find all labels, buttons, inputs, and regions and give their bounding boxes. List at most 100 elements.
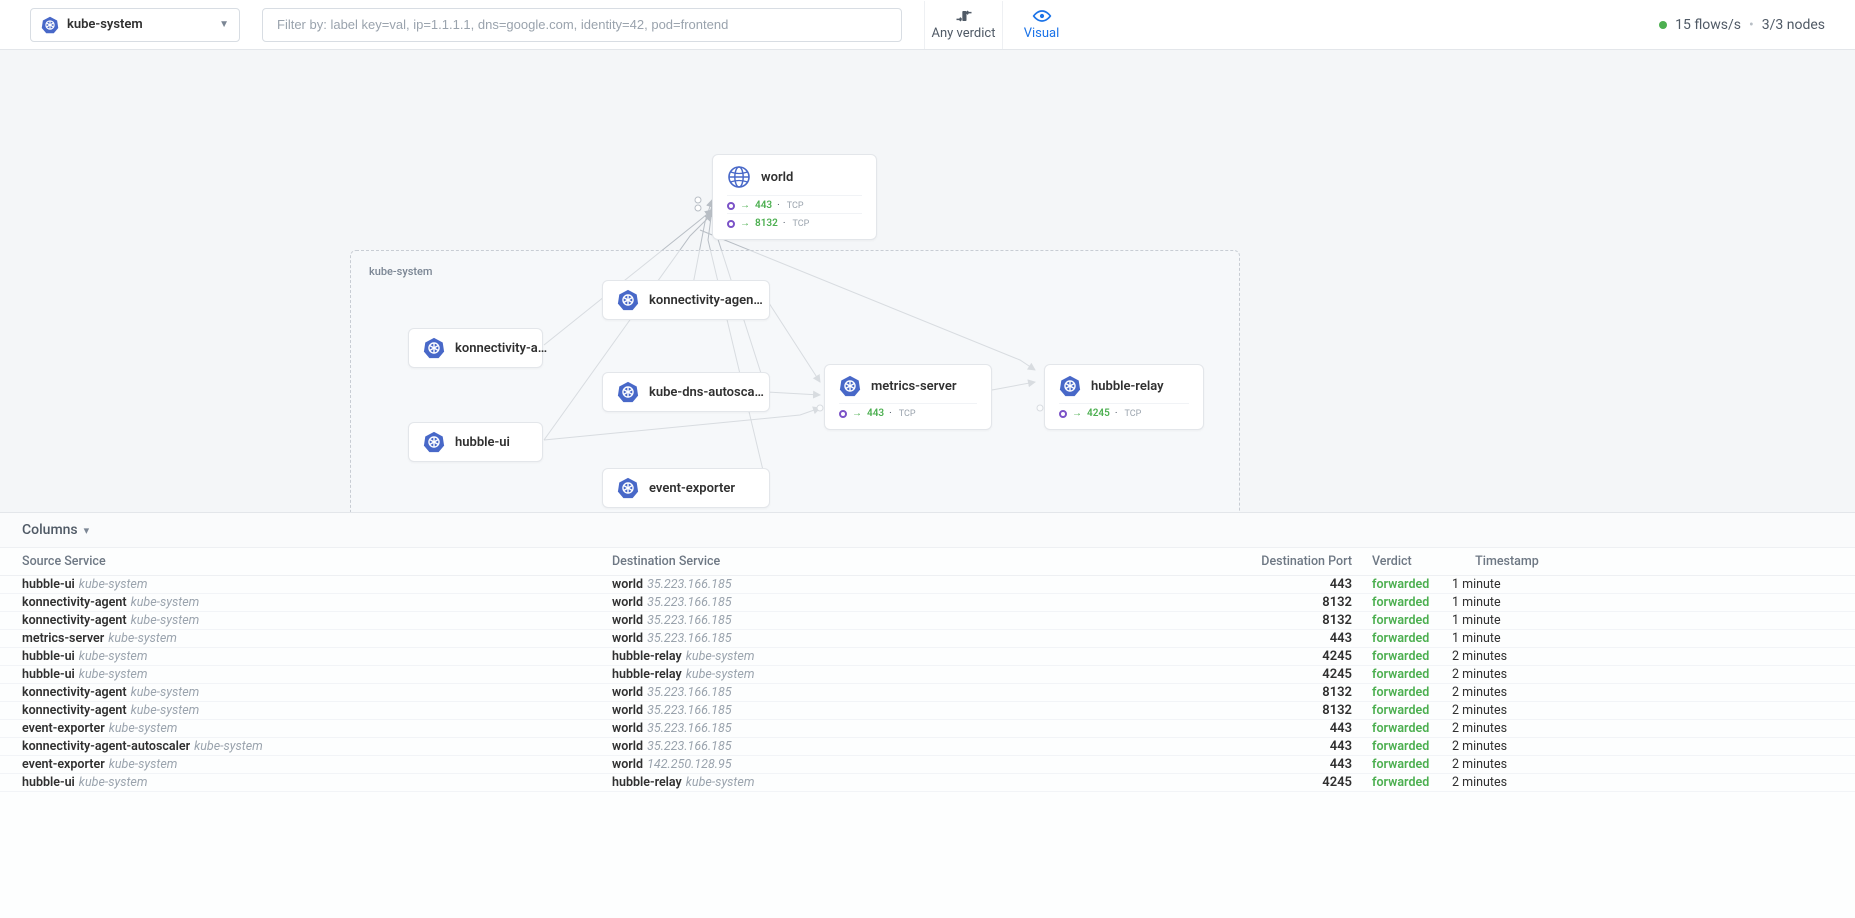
table-row[interactable]: hubble-uikube-systemhubble-relaykube-sys…: [0, 774, 1855, 792]
namespace-box-label: kube-system: [369, 265, 433, 278]
cell-port: 443: [1242, 721, 1372, 736]
cell-port: 8132: [1242, 613, 1372, 628]
table-row[interactable]: hubble-uikube-systemworld35.223.166.1854…: [0, 576, 1855, 594]
node-konnectivity-agent-autoscaler[interactable]: konnectivity-agent-autosc...: [602, 280, 770, 320]
cell-destination: hubble-relaykube-system: [612, 775, 1242, 790]
table-row[interactable]: konnectivity-agentkube-systemworld35.223…: [0, 702, 1855, 720]
node-hubble-relay[interactable]: hubble-relay → 4245 · TCP: [1044, 364, 1204, 430]
cell-port: 443: [1242, 757, 1372, 772]
cell-verdict: forwarded: [1372, 667, 1452, 682]
cell-destination: world35.223.166.185: [612, 739, 1242, 754]
chevron-down-icon: ▾: [84, 524, 90, 537]
cell-verdict: forwarded: [1372, 613, 1452, 628]
port-dot-icon: [839, 410, 847, 418]
node-title: konnectivity-agent: [455, 341, 550, 356]
node-metrics-server[interactable]: metrics-server → 443 · TCP: [824, 364, 992, 430]
col-source-header[interactable]: Source Service: [22, 554, 612, 569]
cell-source: hubble-uikube-system: [22, 667, 612, 682]
table-row[interactable]: konnectivity-agentkube-systemworld35.223…: [0, 594, 1855, 612]
namespace-label: kube-system: [67, 17, 211, 32]
cell-destination: world35.223.166.185: [612, 613, 1242, 628]
tab-visual[interactable]: Visual: [1002, 1, 1080, 49]
table-row[interactable]: hubble-uikube-systemhubble-relaykube-sys…: [0, 648, 1855, 666]
port-line: → 4245 · TCP: [1059, 403, 1189, 419]
cell-destination: world35.223.166.185: [612, 577, 1242, 592]
cell-destination: hubble-relaykube-system: [612, 649, 1242, 664]
node-title: world: [761, 170, 793, 185]
cell-timestamp: 2 minutes: [1452, 649, 1562, 664]
cell-timestamp: 1 minute: [1452, 577, 1562, 592]
node-hubble-ui[interactable]: hubble-ui: [408, 422, 543, 462]
kubernetes-icon: [41, 16, 59, 34]
col-dest-header[interactable]: Destination Service: [612, 554, 1242, 569]
cell-destination: world35.223.166.185: [612, 703, 1242, 718]
node-title: kube-dns-autoscaler: [649, 385, 767, 400]
cell-port: 443: [1242, 739, 1372, 754]
nodes-stat: 3/3 nodes: [1762, 17, 1825, 33]
node-kube-dns-autoscaler[interactable]: kube-dns-autoscaler: [602, 372, 770, 412]
service-map-canvas[interactable]: world → 443 · TCP → 8132 · TCP kube-syst…: [0, 50, 1855, 530]
tab-any-verdict-label: Any verdict: [932, 26, 996, 41]
table-row[interactable]: konnectivity-agentkube-systemworld35.223…: [0, 684, 1855, 702]
port-dot-icon: [727, 220, 735, 228]
table-row[interactable]: event-exporterkube-systemworld35.223.166…: [0, 720, 1855, 738]
col-port-header[interactable]: Destination Port: [1242, 554, 1372, 569]
cell-source: konnectivity-agentkube-system: [22, 685, 612, 700]
cell-port: 8132: [1242, 685, 1372, 700]
table-row[interactable]: hubble-uikube-systemhubble-relaykube-sys…: [0, 666, 1855, 684]
node-title: konnectivity-agent-autosc...: [649, 293, 767, 308]
col-verdict-header[interactable]: Verdict: [1372, 554, 1452, 569]
cell-verdict: forwarded: [1372, 721, 1452, 736]
table-body[interactable]: hubble-uikube-systemworld35.223.166.1854…: [0, 576, 1855, 918]
cell-source: event-exporterkube-system: [22, 757, 612, 772]
kubernetes-icon: [423, 337, 445, 359]
cell-destination: world35.223.166.185: [612, 631, 1242, 646]
cell-verdict: forwarded: [1372, 577, 1452, 592]
cell-destination: world142.250.128.95: [612, 757, 1242, 772]
cell-verdict: forwarded: [1372, 595, 1452, 610]
columns-toggle[interactable]: Columns ▾: [0, 513, 1855, 548]
cell-timestamp: 2 minutes: [1452, 739, 1562, 754]
status-area: 15 flows/s • 3/3 nodes: [1659, 17, 1825, 33]
cell-source: hubble-uikube-system: [22, 649, 612, 664]
cell-source: hubble-uikube-system: [22, 577, 612, 592]
flow-icon: [954, 8, 974, 24]
cell-destination: world35.223.166.185: [612, 685, 1242, 700]
flows-rate: 15 flows/s: [1675, 17, 1741, 33]
cell-verdict: forwarded: [1372, 775, 1452, 790]
node-title: metrics-server: [871, 379, 957, 394]
port-line: → 443 · TCP: [839, 403, 977, 419]
cell-destination: world35.223.166.185: [612, 595, 1242, 610]
kubernetes-icon: [423, 431, 445, 453]
table-row[interactable]: konnectivity-agentkube-systemworld35.223…: [0, 612, 1855, 630]
node-world[interactable]: world → 443 · TCP → 8132 · TCP: [712, 154, 877, 240]
tab-visual-label: Visual: [1024, 26, 1060, 41]
cell-source: hubble-uikube-system: [22, 775, 612, 790]
namespace-select[interactable]: kube-system ▼: [30, 8, 240, 42]
tab-any-verdict[interactable]: Any verdict: [924, 1, 1002, 49]
cell-timestamp: 1 minute: [1452, 595, 1562, 610]
cell-source: konnectivity-agentkube-system: [22, 613, 612, 628]
table-row[interactable]: konnectivity-agent-autoscalerkube-system…: [0, 738, 1855, 756]
cell-port: 4245: [1242, 649, 1372, 664]
kubernetes-icon: [1059, 375, 1081, 397]
node-event-exporter[interactable]: event-exporter: [602, 468, 770, 508]
cell-verdict: forwarded: [1372, 757, 1452, 772]
cell-timestamp: 2 minutes: [1452, 775, 1562, 790]
node-title: event-exporter: [649, 481, 735, 496]
node-konnectivity-agent[interactable]: konnectivity-agent: [408, 328, 543, 368]
cell-source: event-exporterkube-system: [22, 721, 612, 736]
cell-timestamp: 1 minute: [1452, 631, 1562, 646]
port-dot-icon: [727, 202, 735, 210]
table-header: Source Service Destination Service Desti…: [0, 548, 1855, 576]
table-row[interactable]: metrics-serverkube-systemworld35.223.166…: [0, 630, 1855, 648]
table-row[interactable]: event-exporterkube-systemworld142.250.12…: [0, 756, 1855, 774]
filter-input[interactable]: [262, 8, 902, 42]
status-indicator-icon: [1659, 21, 1667, 29]
columns-label: Columns: [22, 522, 78, 538]
kubernetes-icon: [617, 477, 639, 499]
cell-source: konnectivity-agent-autoscalerkube-system: [22, 739, 612, 754]
eye-icon: [1032, 8, 1052, 24]
cell-source: konnectivity-agentkube-system: [22, 595, 612, 610]
col-timestamp-header[interactable]: Timestamp: [1452, 554, 1562, 569]
